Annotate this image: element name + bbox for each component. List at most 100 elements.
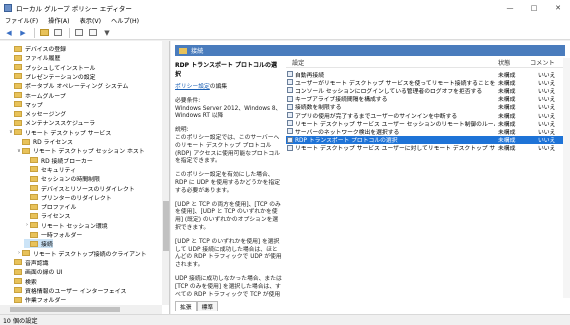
- tree-item-label: 作業フォルダー: [25, 298, 67, 305]
- description-paragraph: UDP 接続に成功しなかった場合、または [TCP のみを使用] を選択した場合…: [175, 275, 282, 298]
- tree-item[interactable]: マップ: [8, 100, 43, 109]
- tab-standard[interactable]: 標準: [196, 301, 219, 311]
- tree-item-label: 検索: [25, 279, 37, 286]
- folder-icon: [14, 101, 22, 108]
- menu-help[interactable]: ヘルプ(H): [106, 16, 144, 25]
- tree-item-label: セキュリティ: [41, 167, 76, 174]
- tree-item[interactable]: 作業フォルダー: [8, 295, 66, 304]
- edit-policy-line: ポリシー設定の編集: [175, 84, 228, 90]
- tree-item[interactable]: ライセンス: [24, 211, 70, 220]
- tree-item[interactable]: 音声認識: [8, 258, 49, 267]
- list-vertical-scrollbar[interactable]: [563, 58, 570, 298]
- column-setting[interactable]: 設定: [292, 58, 304, 67]
- tree-item[interactable]: ファイル履歴: [8, 53, 60, 62]
- minimize-button[interactable]: —: [498, 0, 522, 15]
- tree-item-label: マップ: [25, 102, 43, 109]
- folder-icon: [14, 54, 22, 61]
- setting-icon: [287, 120, 293, 127]
- tree-item[interactable]: プロファイル: [24, 202, 76, 211]
- back-icon[interactable]: ◀: [3, 27, 15, 38]
- folder-icon: [30, 166, 38, 173]
- tree-item[interactable]: プッシュしてインストール: [8, 63, 95, 72]
- tree-item-label: 接続: [41, 242, 53, 249]
- title-bar: ローカル グループ ポリシー エディター — □ ✕: [0, 0, 570, 15]
- menu-bar: ファイル(F) 操作(A) 表示(V) ヘルプ(H): [0, 15, 570, 26]
- folder-icon: [14, 268, 22, 275]
- tree-item-label: プッシュしてインストール: [25, 65, 96, 72]
- tree-item-label: 資格情報のユーザー インターフェイス: [25, 288, 127, 295]
- folder-icon: [30, 231, 38, 238]
- tree-item[interactable]: 画面の縁の UI: [8, 267, 62, 276]
- toolbar-separator: [34, 27, 35, 38]
- properties-icon[interactable]: [73, 27, 85, 38]
- policy-title: RDP トランスポート プロトコルの選択: [175, 62, 278, 78]
- tree-item[interactable]: ホームグループ: [8, 91, 66, 100]
- tree-item-label: プレゼンテーションの設定: [25, 74, 96, 81]
- tree-item-label: 一時フォルダー: [41, 233, 83, 239]
- filter-icon[interactable]: ▼: [101, 27, 113, 38]
- tree-item[interactable]: › リモート セッション環境: [24, 221, 108, 230]
- tree-item[interactable]: RD ライセンス: [16, 137, 73, 146]
- tree-item-label: RD ライセンス: [33, 140, 73, 146]
- menu-view[interactable]: 表示(V): [75, 16, 106, 25]
- tree-item[interactable]: メンテナンススケジューラ: [8, 118, 95, 127]
- folder-icon: [22, 250, 30, 257]
- tab-extended[interactable]: 拡張: [175, 301, 197, 311]
- tree-item-label: プリンターのリダイレクト: [41, 195, 112, 202]
- column-comment[interactable]: コメント: [530, 58, 555, 67]
- tree-item[interactable]: デバイスとリソースのリダイレクト: [24, 184, 135, 193]
- folder-icon: [14, 287, 22, 294]
- tree-item[interactable]: RD 接続ブローカー: [24, 156, 93, 165]
- tree-horizontal-scrollbar[interactable]: [0, 305, 162, 314]
- folder-icon: [30, 240, 38, 247]
- tree-item[interactable]: › リモート デスクトップ接続のクライアント: [16, 249, 147, 258]
- tree-item[interactable]: セッションの時間制限: [24, 174, 100, 183]
- up-folder-icon[interactable]: [38, 27, 50, 38]
- tree-vertical-scrollbar[interactable]: [162, 41, 169, 305]
- description-paragraph: [UDP と TCP のいずれかを使用] を選択して UDP 接続に成功した場合…: [175, 238, 282, 269]
- folder-icon: [14, 64, 22, 71]
- toolbar: ◀ ▶ ▼: [0, 26, 570, 40]
- tree-item-label: リモート デスクトップ接続のクライアント: [33, 251, 147, 258]
- folder-icon: [14, 278, 22, 284]
- setting-icon: [287, 136, 293, 143]
- tree-item[interactable]: 検索: [8, 277, 37, 286]
- folder-icon: [14, 110, 22, 117]
- tree-item-label: デバイスの登録: [25, 47, 67, 53]
- window-title: ローカル グループ ポリシー エディター: [16, 4, 132, 13]
- tree-item[interactable]: 一時フォルダー: [24, 230, 82, 239]
- tree-item[interactable]: ∨ リモート デスクトップ サービス: [8, 128, 111, 137]
- forward-icon[interactable]: ▶: [17, 27, 29, 38]
- setting-icon: [287, 103, 293, 110]
- show-tree-icon[interactable]: [52, 27, 64, 38]
- tree-item[interactable]: プリンターのリダイレクト: [24, 193, 112, 202]
- tree-item-label: ファイル履歴: [25, 56, 61, 63]
- setting-comment: いいえ: [538, 146, 556, 153]
- menu-action[interactable]: 操作(A): [43, 16, 74, 25]
- help-icon[interactable]: [87, 27, 99, 38]
- edit-policy-link[interactable]: ポリシー設定: [175, 84, 210, 90]
- tree-item[interactable]: メッセージング: [8, 109, 66, 118]
- folder-icon: [14, 259, 22, 266]
- setting-state: 未構成: [498, 146, 516, 153]
- folder-icon: [30, 157, 38, 164]
- category-header: 接続: [175, 45, 565, 56]
- column-state[interactable]: 状態: [498, 58, 510, 67]
- view-tabs: 拡張 標準: [175, 299, 219, 311]
- tree-item[interactable]: 接続: [24, 239, 53, 249]
- extended-description: RDP トランスポート プロトコルの選択 ポリシー設定の編集 必要条件: Win…: [175, 58, 283, 298]
- tree-item[interactable]: ∨ リモート デスクトップ セッション ホスト: [16, 146, 145, 155]
- folder-icon: [22, 138, 30, 145]
- setting-row[interactable]: リモート デスクトップ サービス ユーザーに対してリモート デスクトップ サ..…: [286, 144, 566, 152]
- tree-item[interactable]: セキュリティ: [24, 165, 76, 174]
- tree-item[interactable]: デバイスの登録: [8, 44, 66, 53]
- tree-item[interactable]: プレゼンテーションの設定: [8, 72, 96, 81]
- tree-item[interactable]: 資格情報のユーザー インターフェイス: [8, 286, 126, 295]
- maximize-button[interactable]: □: [522, 0, 546, 15]
- menu-file[interactable]: ファイル(F): [0, 16, 43, 25]
- setting-icon: [287, 95, 293, 102]
- tree-pane: デバイスの登録 ファイル履歴プッシュしてインストール プレゼンテーションの設定 ポータ…: [0, 41, 170, 314]
- close-button[interactable]: ✕: [546, 0, 570, 15]
- tree-item[interactable]: ポータブル オペレーティング システム: [8, 81, 128, 90]
- tree-item-label: セッションの時間制限: [41, 177, 100, 184]
